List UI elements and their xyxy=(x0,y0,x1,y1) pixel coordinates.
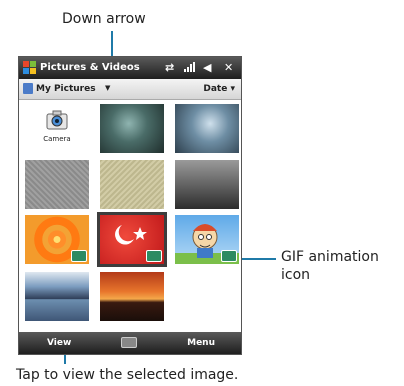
gif-callout-line xyxy=(238,258,276,260)
title-bar: Pictures & Videos ⇄ ◀︎ ✕ xyxy=(19,57,241,79)
view-callout: Tap to view the selected image. xyxy=(16,367,239,383)
signal-icon xyxy=(183,61,195,76)
image-thumbnail[interactable] xyxy=(175,160,239,209)
keyboard-icon[interactable] xyxy=(121,337,137,348)
device-screen: Pictures & Videos ⇄ ◀︎ ✕ My Pictures ▼ D… xyxy=(18,56,242,355)
gif-callout-line1: GIF animation xyxy=(281,249,379,265)
image-thumbnail[interactable] xyxy=(100,272,164,321)
volume-icon[interactable]: ◀︎ xyxy=(203,61,211,74)
image-thumbnail[interactable] xyxy=(25,272,89,321)
gif-callout-line2: icon xyxy=(281,267,311,283)
image-thumbnail[interactable] xyxy=(175,104,239,153)
gif-thumbnail[interactable] xyxy=(25,215,89,264)
selected-image xyxy=(100,215,164,264)
down-arrow-callout: Down arrow xyxy=(62,11,146,27)
gif-thumbnail-selected[interactable] xyxy=(97,212,167,267)
sort-dropdown[interactable]: Date ▾ xyxy=(203,84,235,94)
gif-animation-icon xyxy=(146,250,162,262)
folder-name[interactable]: My Pictures xyxy=(36,84,96,94)
gif-animation-callout: GIF animation icon xyxy=(281,248,379,284)
camera-thumbnail[interactable]: Camera xyxy=(25,104,89,153)
windows-start-icon[interactable] xyxy=(23,61,37,75)
folder-toolbar: My Pictures ▼ Date ▾ xyxy=(19,79,241,100)
image-thumbnail[interactable] xyxy=(25,160,89,209)
menu-softkey[interactable]: Menu xyxy=(187,338,215,348)
thumbnail-grid: Camera xyxy=(19,100,241,330)
gif-thumbnail[interactable] xyxy=(175,215,239,264)
camera-label: Camera xyxy=(43,135,71,143)
gif-animation-icon xyxy=(221,250,237,262)
sync-icon: ⇄ xyxy=(165,61,175,74)
image-thumbnail[interactable] xyxy=(100,160,164,209)
app-title: Pictures & Videos xyxy=(40,62,140,73)
softkey-bar: View Menu xyxy=(19,332,241,354)
folder-icon xyxy=(23,83,33,94)
view-softkey[interactable]: View xyxy=(47,338,71,348)
folder-dropdown-arrow[interactable]: ▼ xyxy=(105,84,110,92)
gif-animation-icon xyxy=(71,250,87,262)
close-icon[interactable]: ✕ xyxy=(224,61,233,74)
camera-icon xyxy=(46,110,68,130)
image-thumbnail[interactable] xyxy=(100,104,164,153)
